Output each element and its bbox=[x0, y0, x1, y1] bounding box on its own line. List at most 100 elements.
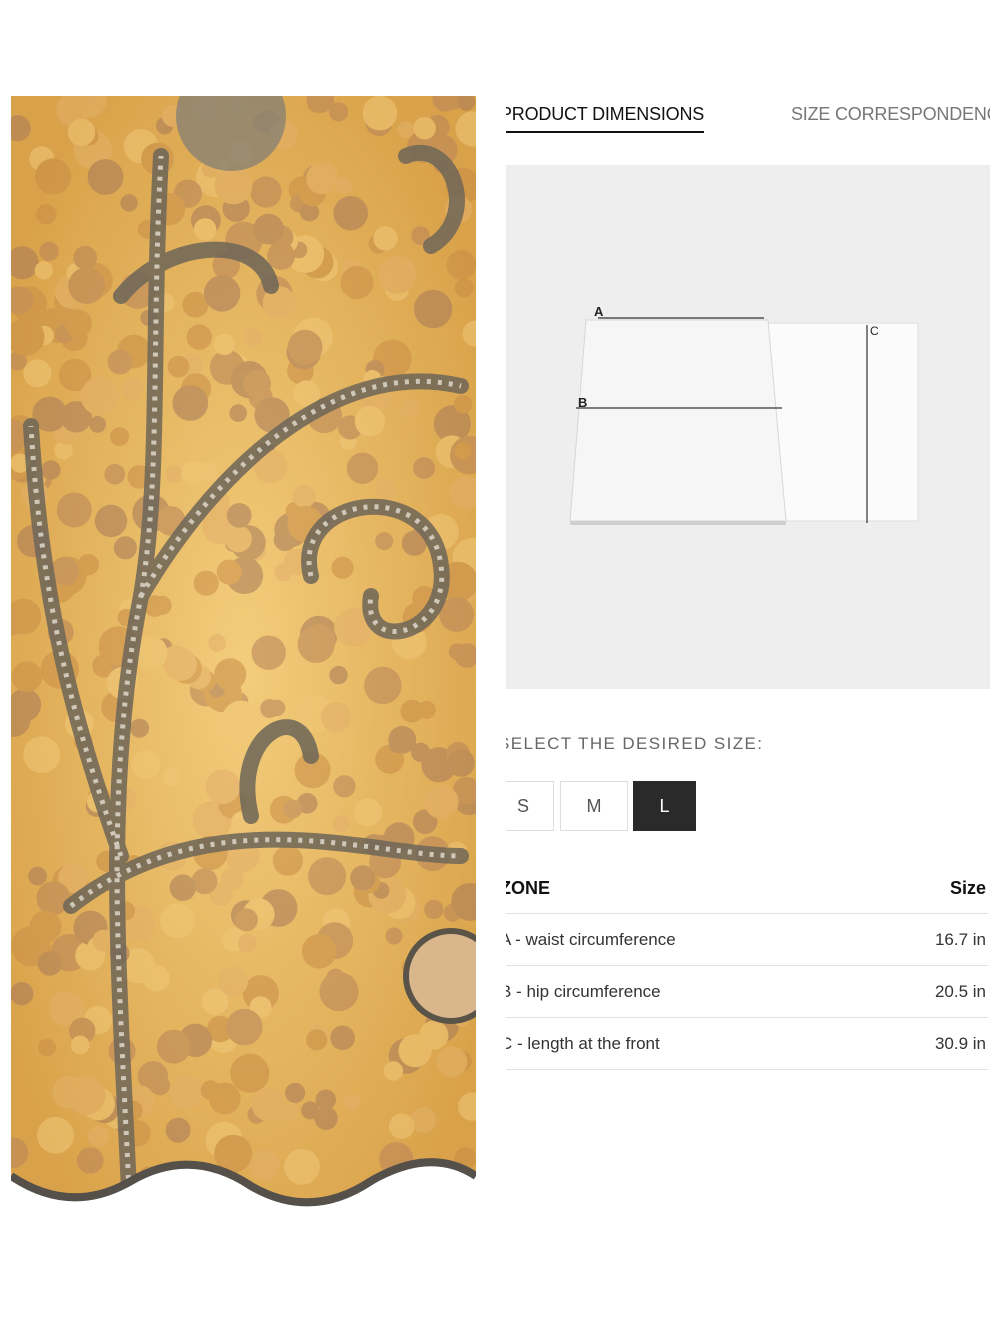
sequin bbox=[283, 799, 303, 819]
size-option-l[interactable]: L bbox=[633, 781, 696, 831]
zone-cell: B - hip circumference bbox=[506, 982, 661, 1001]
sequin bbox=[397, 121, 415, 139]
sequin bbox=[226, 1008, 263, 1046]
sequin bbox=[214, 658, 247, 691]
sequin bbox=[11, 982, 34, 1006]
sequin bbox=[333, 195, 369, 231]
sequin bbox=[229, 404, 247, 422]
sequin bbox=[80, 377, 120, 416]
sequin bbox=[333, 775, 356, 798]
sequin bbox=[413, 289, 453, 329]
sequin bbox=[163, 647, 197, 682]
sequin bbox=[388, 725, 417, 754]
sequin bbox=[193, 570, 219, 596]
sequin bbox=[331, 556, 354, 579]
sequin bbox=[287, 329, 323, 365]
sequin bbox=[35, 158, 72, 195]
sequin bbox=[436, 1046, 468, 1077]
size-option-s[interactable]: S bbox=[506, 781, 554, 831]
sequin bbox=[398, 1034, 432, 1068]
header-zone: ZONE bbox=[506, 878, 551, 898]
sequin bbox=[159, 903, 195, 939]
sequin bbox=[23, 359, 52, 388]
sequin bbox=[121, 377, 144, 401]
sequin bbox=[129, 718, 150, 738]
sequin bbox=[453, 395, 473, 414]
sequin bbox=[292, 484, 316, 508]
sequin bbox=[216, 559, 242, 585]
size-option-m[interactable]: M bbox=[560, 781, 628, 831]
sequin bbox=[446, 250, 476, 280]
size-cell: 16.7 in bbox=[934, 930, 986, 949]
sequin bbox=[329, 665, 348, 685]
sequin bbox=[447, 749, 475, 777]
sequin bbox=[343, 1093, 361, 1111]
sequin bbox=[94, 504, 128, 538]
product-photo bbox=[11, 96, 476, 1234]
size-prompt: SELECT THE DESIRED SIZE: bbox=[506, 732, 990, 758]
sequin bbox=[205, 769, 241, 804]
sequin bbox=[304, 624, 335, 655]
table-row: B - hip circumference 20.5 in bbox=[506, 966, 988, 1018]
zone-cell: C - length at the front bbox=[506, 1034, 660, 1053]
sequin bbox=[37, 951, 63, 976]
sequin bbox=[172, 385, 209, 421]
sequin bbox=[383, 1061, 404, 1081]
sequin bbox=[308, 857, 347, 896]
sequin bbox=[226, 503, 252, 528]
sequin bbox=[165, 465, 184, 484]
sequin bbox=[284, 1148, 320, 1185]
sequin bbox=[70, 1035, 90, 1055]
sequin bbox=[37, 1116, 74, 1154]
sequin bbox=[162, 767, 181, 787]
sequin bbox=[11, 661, 43, 692]
header-size: Size bbox=[949, 878, 986, 898]
tab-size-correspondence[interactable]: SIZE CORRESPONDENCE bbox=[791, 104, 990, 125]
sequin bbox=[378, 255, 417, 294]
sequin bbox=[410, 1107, 436, 1133]
sequin bbox=[385, 927, 403, 945]
sequin bbox=[268, 699, 286, 717]
size-selector: S M L bbox=[506, 781, 990, 833]
sequin bbox=[301, 934, 337, 969]
sequin bbox=[110, 427, 130, 447]
sequin bbox=[68, 267, 106, 304]
table-header: ZONE Size bbox=[506, 862, 988, 914]
zone-cell: A - waist circumference bbox=[506, 930, 676, 949]
sequin bbox=[314, 1106, 338, 1130]
sequin bbox=[251, 1087, 286, 1122]
sequin bbox=[243, 369, 271, 398]
sequin bbox=[400, 399, 419, 419]
sequin bbox=[73, 245, 98, 270]
sequin bbox=[454, 442, 472, 460]
sequin bbox=[152, 595, 172, 615]
sequin bbox=[23, 736, 61, 774]
sequin bbox=[39, 241, 59, 262]
size-prompt-text: SELECT THE DESIRED SIZE: bbox=[506, 734, 764, 753]
sequin bbox=[169, 874, 196, 901]
sequin bbox=[237, 933, 257, 953]
sequin bbox=[87, 1125, 110, 1148]
sequin bbox=[149, 1074, 170, 1096]
sequin bbox=[272, 845, 303, 876]
sequin bbox=[56, 492, 92, 528]
sequin bbox=[234, 908, 258, 932]
size-cell: 20.5 in bbox=[934, 982, 986, 1001]
sequin bbox=[340, 265, 374, 300]
sequin bbox=[36, 204, 57, 225]
sequin bbox=[424, 899, 444, 920]
sequin bbox=[203, 275, 241, 312]
sequin bbox=[332, 815, 351, 833]
sequin bbox=[28, 866, 47, 886]
sequin bbox=[131, 750, 161, 780]
sequin bbox=[214, 166, 253, 205]
sequin bbox=[41, 460, 61, 480]
sequin bbox=[29, 910, 62, 943]
sequin bbox=[34, 261, 53, 280]
sequin bbox=[354, 406, 386, 437]
sequin bbox=[244, 328, 263, 347]
sequin bbox=[169, 1075, 204, 1110]
measurement-diagram: A B C bbox=[506, 165, 990, 689]
tab-product-dimensions[interactable]: PRODUCT DIMENSIONS bbox=[506, 104, 704, 133]
sequin bbox=[413, 457, 436, 479]
